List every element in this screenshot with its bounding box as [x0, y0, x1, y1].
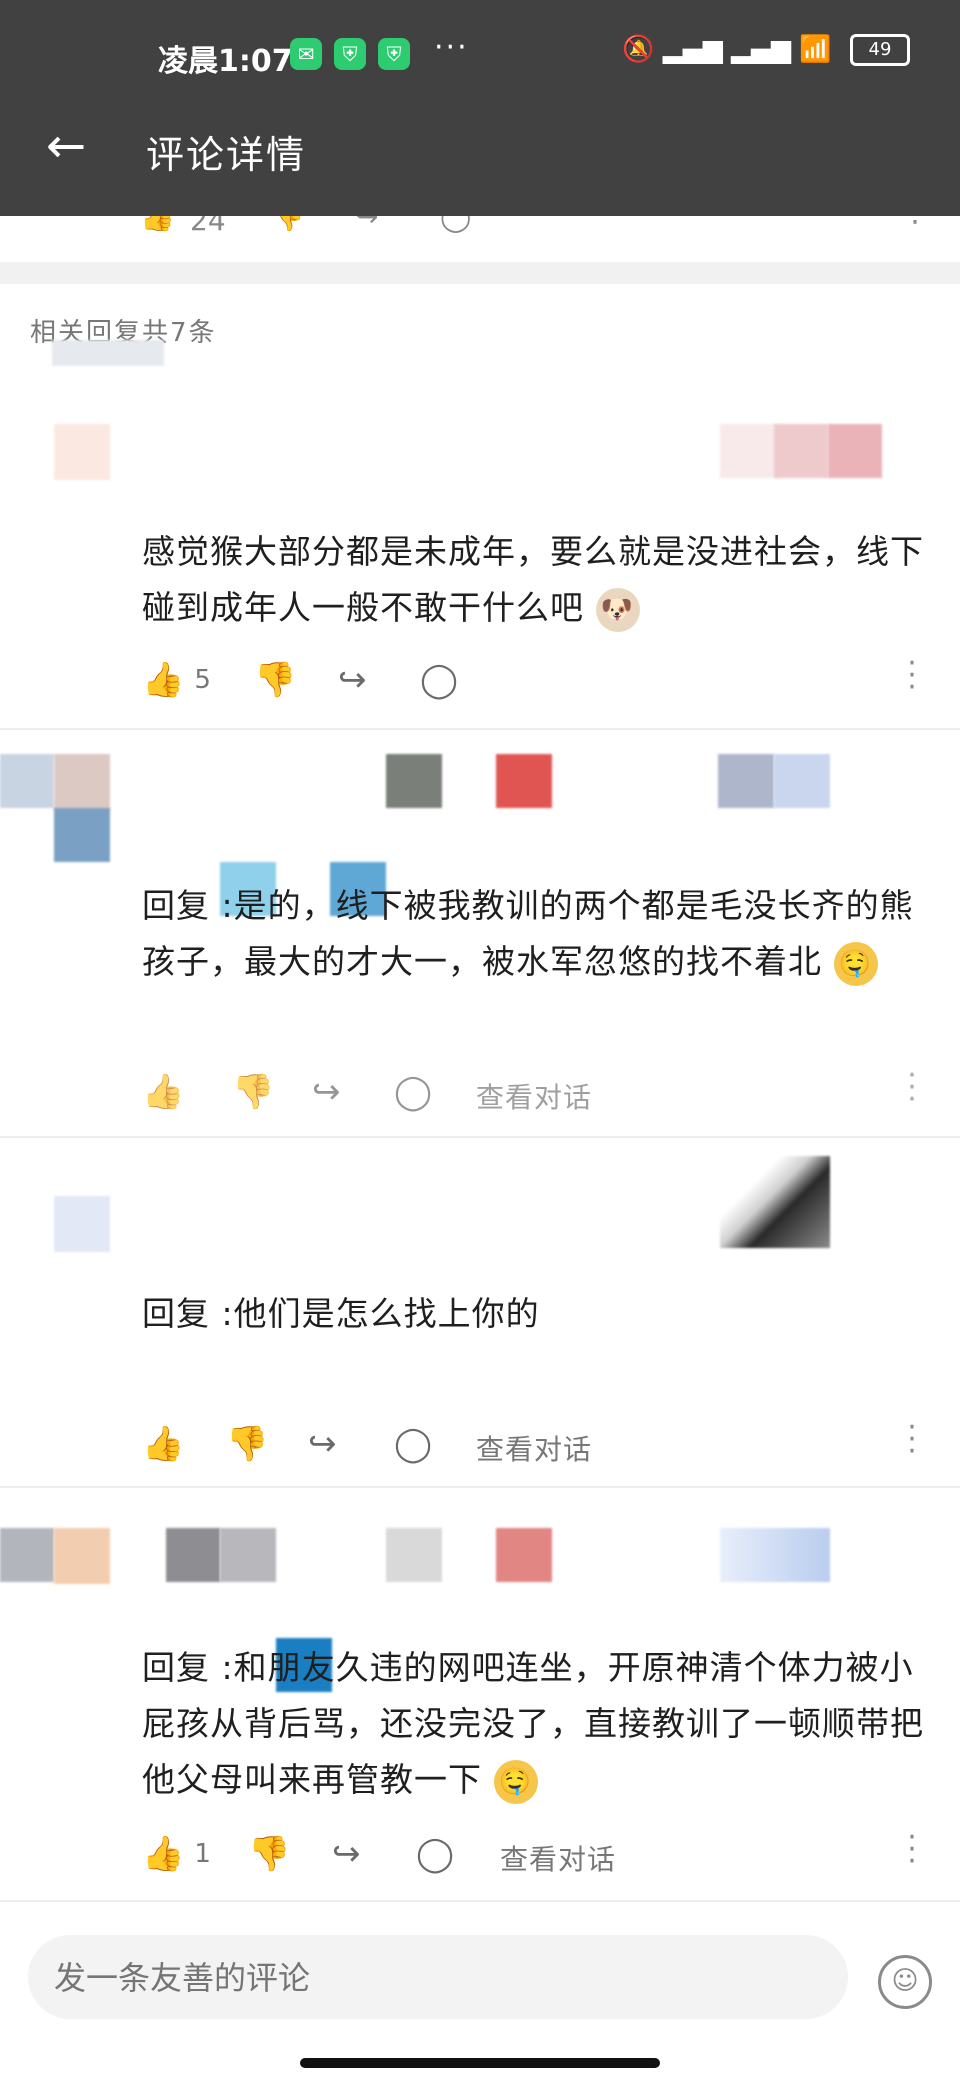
status-bar: 凌晨1:07 ✉ ⛨ ⛨ ··· 🔕 ▂▄▆ ▂▄▆ 📶 49 — [0, 28, 960, 84]
mute-icon: 🔕 — [622, 34, 655, 65]
redacted-block — [54, 808, 110, 862]
view-conversation-link[interactable]: 查看对话 — [476, 1428, 592, 1468]
comment-input-bar: ☺ — [0, 1915, 960, 2080]
redacted-block — [0, 754, 54, 808]
section-divider — [0, 262, 960, 284]
system-icons: 🔕 ▂▄▆ ▂▄▆ 📶 49 — [622, 34, 910, 66]
like-button[interactable]: 👍 1 — [142, 1834, 211, 1874]
signal-icon: ▂▄▆ — [731, 34, 792, 65]
redacted-block — [0, 1528, 54, 1582]
like-button[interactable]: 👍 — [142, 1424, 184, 1464]
more-icon[interactable]: · · · — [902, 649, 922, 703]
redacted-block — [52, 340, 164, 366]
comment-actions: 👍 👎 ↪ ◯ 查看对话 · · · — [142, 1061, 922, 1115]
battery-icon: 49 — [850, 34, 910, 66]
like-count: 1 — [194, 1839, 211, 1869]
redacted-block — [774, 754, 830, 808]
like-button[interactable]: 👍 5 — [142, 660, 211, 700]
page-title: 评论详情 — [146, 133, 307, 177]
dislike-button[interactable]: 👎 — [232, 1072, 274, 1112]
dislike-icon: 👎 — [254, 660, 297, 700]
home-indicator — [300, 2058, 660, 2068]
reply-button[interactable]: ◯ — [420, 660, 458, 700]
share-button[interactable]: ↪ — [332, 1834, 361, 1874]
sticker-image — [720, 1156, 830, 1248]
comment-body: 回复 :是的，线下被我教训的两个都是毛没长齐的熊孩子，最大的才大一，被水军忽悠的… — [142, 878, 932, 990]
reply-button[interactable]: ◯ — [416, 1834, 454, 1874]
redacted-block — [496, 1528, 552, 1582]
view-conversation-link[interactable]: 查看对话 — [476, 1076, 592, 1116]
more-icon[interactable]: · · · — [902, 1413, 922, 1467]
avatar[interactable] — [54, 424, 110, 480]
view-conversation-link[interactable]: 查看对话 — [500, 1838, 616, 1878]
comment-icon: ◯ — [394, 1424, 433, 1464]
comment-actions: 👍 1 👎 ↪ ◯ 查看对话 · · · — [142, 1823, 922, 1877]
redacted-block — [496, 754, 552, 808]
dislike-button[interactable]: 👎 — [248, 1834, 290, 1874]
comment-actions: 👍 5 👎 ↪ ◯ · · · — [142, 649, 922, 703]
top-header: 凌晨1:07 ✉ ⛨ ⛨ ··· 🔕 ▂▄▆ ▂▄▆ 📶 49 ← 评论详情 — [0, 0, 960, 216]
share-button[interactable]: ↪ — [338, 660, 367, 700]
comment-body: 回复 :和朋友久违的网吧连坐，开原神清个体力被小屁孩从背后骂，还没完没了，直接教… — [142, 1640, 932, 1808]
status-time: 凌晨1:07 — [158, 44, 293, 79]
sticker-image — [720, 1528, 830, 1582]
comment-input-container[interactable] — [28, 1935, 848, 2021]
like-icon: 👍 — [142, 1834, 185, 1874]
comment-body: 感觉猴大部分都是未成年，要么就是没进社会，线下碰到成年人一般不敢干什么吧 🐶 — [142, 524, 932, 636]
share-icon: ↪ — [312, 1072, 341, 1112]
like-icon: 👍 — [142, 660, 185, 700]
like-count: 5 — [194, 665, 211, 695]
avatar[interactable] — [54, 754, 110, 810]
divider — [0, 728, 960, 730]
shield-icon: ⛨ — [378, 38, 410, 70]
dog-emoji-icon: 🐶 — [595, 587, 640, 632]
like-icon: 👍 — [142, 1424, 185, 1464]
redacted-block — [386, 1528, 442, 1582]
share-button[interactable]: ↪ — [308, 1424, 337, 1464]
comment-body: 回复 :他们是怎么找上你的 — [142, 1294, 540, 1333]
back-arrow-icon[interactable]: ← — [46, 122, 86, 170]
redacted-block — [718, 754, 774, 808]
reply-button[interactable]: ◯ — [394, 1424, 432, 1464]
comment-input[interactable] — [28, 1935, 836, 2021]
redacted-block — [166, 1528, 220, 1582]
like-icon: 👍 — [142, 1072, 185, 1112]
redacted-block — [720, 424, 780, 478]
dislike-icon: 👎 — [232, 1072, 275, 1112]
like-button[interactable]: 👍 — [142, 1072, 184, 1112]
comment-actions: 👍 👎 ↪ ◯ 查看对话 · · · — [142, 1413, 922, 1467]
share-icon: ↪ — [332, 1834, 361, 1874]
signal-icon: ▂▄▆ — [662, 34, 723, 65]
more-icon[interactable]: · · · — [902, 1823, 922, 1877]
divider — [0, 1136, 960, 1138]
dislike-button[interactable]: 👎 — [226, 1424, 268, 1464]
comment-icon: ◯ — [420, 660, 459, 700]
divider — [0, 1486, 960, 1488]
redacted-block — [386, 754, 442, 808]
more-icon[interactable]: · · · — [902, 1061, 922, 1115]
dislike-icon: 👎 — [226, 1424, 269, 1464]
smile-emoji-icon: 🤤 — [493, 1759, 538, 1804]
redacted-block — [828, 424, 882, 478]
emoji-picker-icon[interactable]: ☺ — [878, 1955, 932, 2009]
reply-button[interactable]: ◯ — [394, 1072, 432, 1112]
share-icon: ↪ — [338, 660, 367, 700]
dislike-icon: 👎 — [248, 1834, 291, 1874]
avatar[interactable] — [54, 1196, 110, 1252]
share-button[interactable]: ↪ — [312, 1072, 341, 1112]
avatar[interactable] — [54, 1528, 110, 1584]
share-icon: ↪ — [308, 1424, 337, 1464]
more-notifications-icon: ··· — [434, 30, 469, 65]
smile-emoji-icon: 🤤 — [833, 941, 878, 986]
divider — [0, 1900, 960, 1902]
redacted-block — [774, 424, 828, 478]
dislike-button[interactable]: 👎 — [254, 660, 296, 700]
wechat-icon: ✉ — [290, 38, 322, 70]
wifi-icon: 📶 — [799, 34, 832, 65]
comment-icon: ◯ — [394, 1072, 433, 1112]
comment-icon: ◯ — [416, 1834, 455, 1874]
shield-icon: ⛨ — [334, 38, 366, 70]
redacted-block — [220, 1528, 276, 1582]
